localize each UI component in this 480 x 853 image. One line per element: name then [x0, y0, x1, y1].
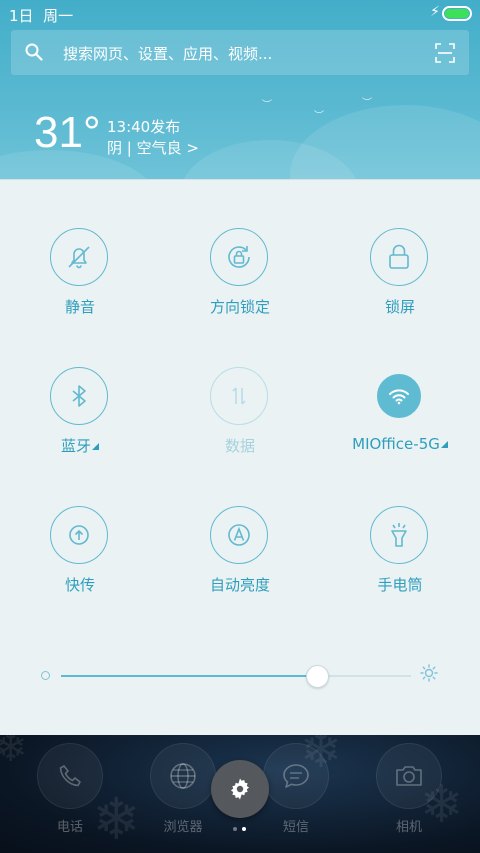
brightness-high-icon — [420, 664, 438, 682]
dock-app-messages[interactable]: 短信 — [261, 743, 331, 835]
toggle-label: 自动亮度 — [209, 576, 270, 594]
search-icon — [25, 43, 43, 61]
brightness-track[interactable] — [61, 665, 411, 688]
dock-app-browser[interactable]: 浏览器 — [148, 743, 218, 835]
toggle-label: 快传 — [64, 576, 95, 594]
toggle-rotation-lock[interactable]: 方向锁定 — [160, 228, 320, 338]
page-indicator — [233, 827, 249, 833]
submenu-indicator-icon — [440, 441, 448, 448]
bird-decoration: ︶ — [314, 111, 324, 122]
snowflake-decoration: ❄ — [0, 735, 28, 771]
camera-icon — [376, 743, 442, 809]
scan-icon[interactable] — [435, 43, 455, 63]
globe-icon — [150, 743, 216, 809]
dock-app-camera[interactable]: 相机 — [374, 743, 444, 835]
toggle-label: 方向锁定 — [209, 298, 270, 316]
toggle-quick-transfer[interactable]: 快传 — [0, 506, 160, 616]
dock-label: 短信 — [282, 820, 309, 835]
bluetooth-icon — [50, 367, 108, 425]
toggle-flashlight[interactable]: 手电筒 — [320, 506, 480, 616]
toggle-silent[interactable]: 静音 — [0, 228, 160, 338]
weather-published-time: 13:40发布 — [107, 118, 181, 136]
wifi-icon — [377, 374, 421, 418]
toggle-label: 蓝牙 — [0, 435, 160, 456]
toggle-wifi[interactable]: MIOffice-5G — [320, 367, 480, 477]
status-bar: 1日 周一 ⚡ — [0, 0, 480, 28]
search-placeholder: 搜索网页、设置、应用、视频... — [63, 45, 273, 63]
toggle-label: 手电筒 — [377, 576, 423, 594]
search-bar[interactable]: 搜索网页、设置、应用、视频... — [11, 30, 469, 75]
phone-icon — [37, 743, 103, 809]
settings-button[interactable] — [211, 760, 269, 818]
weather-condition-link[interactable]: 阴 | 空气良 > — [107, 137, 199, 158]
weather-temperature[interactable]: 31° — [34, 108, 101, 158]
bird-decoration: ︶ — [262, 100, 272, 111]
toggle-label: 锁屏 — [384, 298, 415, 316]
toggle-label: MIOffice-5G — [320, 435, 480, 453]
charging-icon: ⚡ — [430, 4, 440, 20]
toggle-auto-brightness[interactable]: 自动亮度 — [160, 506, 320, 616]
message-icon — [263, 743, 329, 809]
dock-label: 电话 — [56, 820, 83, 835]
toggle-label: 静音 — [64, 298, 95, 316]
battery-level — [445, 9, 469, 18]
mobile-data-icon — [210, 367, 268, 425]
brightness-low-icon — [41, 671, 50, 680]
dock-label: 相机 — [395, 820, 422, 835]
bird-decoration: ︶ — [362, 98, 372, 109]
quick-transfer-icon — [50, 506, 108, 564]
toggle-mobile-data: 数据 — [160, 367, 320, 477]
brightness-slider[interactable] — [40, 662, 440, 692]
gear-icon — [230, 778, 250, 800]
brightness-thumb[interactable] — [305, 665, 329, 688]
toggle-bluetooth[interactable]: 蓝牙 — [0, 367, 160, 477]
dock-app-phone[interactable]: 电话 — [35, 743, 105, 835]
quick-settings-panel: 静音 方向锁定 锁屏 蓝牙 数据 MIOffice-5G 快传 自动亮度 手电筒 — [0, 179, 480, 735]
submenu-indicator-icon — [92, 443, 99, 450]
lock-icon — [370, 228, 428, 286]
bell-muted-icon — [50, 228, 108, 286]
battery-icon — [442, 6, 472, 21]
auto-brightness-icon — [210, 506, 268, 564]
dock-label: 浏览器 — [163, 820, 203, 835]
page-dot — [233, 827, 237, 831]
flashlight-icon — [370, 506, 428, 564]
notification-header: ︶ ︶ ︶ 1日 周一 ⚡ 搜索网页、设置、应用、视频... 31° 13:40… — [0, 0, 480, 180]
page-dot — [242, 827, 246, 831]
rotation-lock-icon — [210, 228, 268, 286]
toggle-lock-screen[interactable]: 锁屏 — [320, 228, 480, 338]
status-date: 1日 周一 — [9, 7, 74, 25]
toggle-label: 数据 — [224, 437, 255, 455]
brightness-fill — [61, 675, 317, 677]
